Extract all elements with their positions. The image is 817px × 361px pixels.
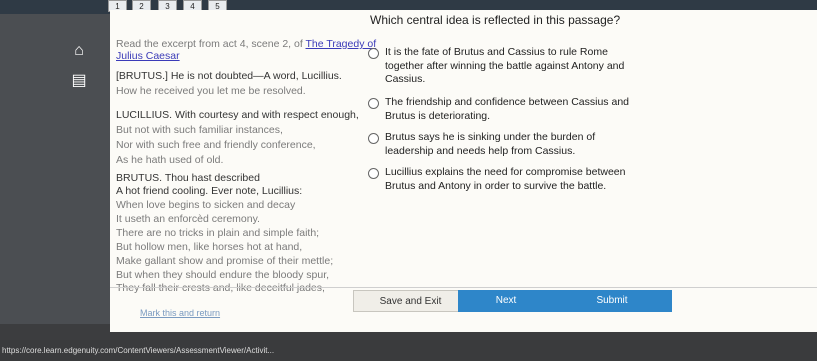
mark-and-return-link[interactable]: Mark this and return <box>140 308 220 318</box>
choice-text: The friendship and confidence between Ca… <box>385 96 629 122</box>
choice-text: It is the fate of Brutus and Cassius to … <box>385 46 625 85</box>
sidebar: ⌂ ▤ <box>0 14 110 324</box>
passage-line: But not with such familiar instances, <box>116 124 283 136</box>
passage-line: [BRUTUS.] He is not doubted—A word, Luci… <box>116 70 342 82</box>
passage-intro: Read the excerpt from act 4, scene 2, of… <box>116 38 377 50</box>
passage-line: BRUTUS. Thou hast described <box>116 172 260 184</box>
assessment-content: Read the excerpt from act 4, scene 2, of… <box>110 10 817 332</box>
home-icon[interactable]: ⌂ <box>68 40 90 62</box>
radio-button[interactable] <box>368 133 379 144</box>
choice-text: Lucillius explains the need for compromi… <box>385 166 626 192</box>
question-prompt: Which central idea is reflected in this … <box>370 13 621 27</box>
next-button[interactable]: Next <box>458 290 554 312</box>
passage-line: As he hath used of old. <box>116 154 224 166</box>
language-icon[interactable]: ▤ <box>68 70 90 92</box>
passage-line: They fall their crests and, like deceitf… <box>116 282 325 294</box>
divider <box>110 287 817 288</box>
passage-line: But hollow men, like horses hot at hand, <box>116 241 303 253</box>
passage-line: A hot friend cooling. Ever note, Lucilli… <box>116 185 303 197</box>
passage-line: Nor with such free and friendly conferen… <box>116 139 316 151</box>
passage-line: When love begins to sicken and decay <box>116 199 296 211</box>
play-title-link[interactable]: The Tragedy of <box>306 38 377 50</box>
submit-button[interactable]: Submit <box>552 290 672 312</box>
choice-text: Brutus says he is sinking under the burd… <box>385 131 596 157</box>
passage-line: How he received you let me be resolved. <box>116 85 306 97</box>
passage-line: Make gallant show and promise of their m… <box>116 255 334 267</box>
play-title-link-2[interactable]: Julius Caesar <box>116 50 180 62</box>
passage-line: It useth an enforcèd ceremony. <box>116 213 260 225</box>
passage-line: But when they should endure the bloody s… <box>116 269 330 281</box>
radio-button[interactable] <box>368 168 379 179</box>
radio-button[interactable] <box>368 98 379 109</box>
passage-line: LUCILLIUS. With courtesy and with respec… <box>116 109 359 121</box>
save-and-exit-button[interactable]: Save and Exit <box>353 290 468 312</box>
passage-title-cont: Julius Caesar <box>116 50 180 62</box>
radio-button[interactable] <box>368 48 379 59</box>
status-bar-url: https://core.learn.edgenuity.com/Content… <box>0 340 817 361</box>
passage-line: There are no tricks in plain and simple … <box>116 227 320 239</box>
